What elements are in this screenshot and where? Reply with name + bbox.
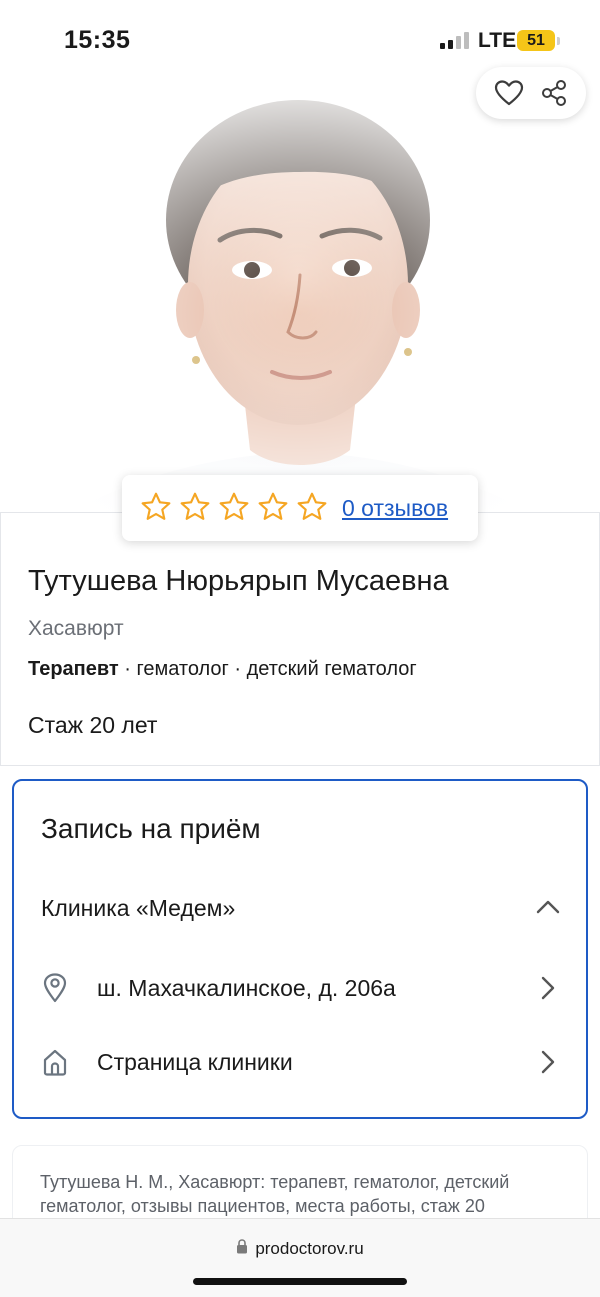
network-label: LTE — [478, 29, 517, 52]
star-outline-icon — [218, 491, 250, 526]
appointment-title: Запись на приём — [41, 813, 261, 844]
battery-icon: 51 — [517, 30, 555, 51]
chevron-right-icon — [541, 1050, 555, 1079]
clinic-address: ш. Махачкалинское, д. 206а — [97, 974, 396, 1001]
doctor-experience: Стаж 20 лет — [28, 712, 158, 738]
rating-pill: 0 отзывов — [122, 475, 478, 541]
chevron-up-icon — [535, 899, 561, 920]
clinic-name: Клиника «Медем» — [41, 895, 236, 921]
rating-stars — [140, 491, 328, 526]
clinic-page-link[interactable]: Страница клиники — [41, 1044, 561, 1080]
url-text: prodoctorov.ru — [255, 1239, 364, 1258]
share-icon[interactable] — [540, 79, 568, 107]
clinic-address-link[interactable]: ш. Махачкалинское, д. 206а — [41, 970, 561, 1006]
browser-bottom-bar: prodoctorov.ru — [0, 1218, 600, 1297]
doctor-specialties: Терапевт · гематолог · детский гематолог — [28, 658, 417, 681]
appointment-card: Запись на приём Клиника «Медем» ш. Махач… — [12, 779, 588, 1119]
clinic-accordion-header[interactable]: Клиника «Медем» — [41, 895, 561, 925]
doctor-name: Тутушева Нюрьярып Мусаевна — [28, 565, 449, 597]
doctor-photo — [0, 60, 600, 520]
main-specialty: Терапевт — [28, 658, 119, 680]
seo-description: Тутушева Н. М., Хасавюрт: терапевт, гема… — [40, 1172, 510, 1216]
signal-icon — [440, 32, 469, 49]
doctor-photo-image — [0, 60, 600, 520]
home-indicator — [193, 1278, 407, 1285]
battery-tip — [557, 37, 560, 45]
star-outline-icon — [179, 491, 211, 526]
clinic-page-label: Страница клиники — [97, 1048, 293, 1075]
star-outline-icon — [140, 491, 172, 526]
address-bar[interactable]: prodoctorov.ru — [0, 1239, 600, 1259]
star-outline-icon — [257, 491, 289, 526]
house-icon — [41, 1048, 69, 1076]
chevron-right-icon — [541, 976, 555, 1005]
star-outline-icon — [296, 491, 328, 526]
reviews-link[interactable]: 0 отзывов — [342, 495, 448, 522]
location-pin-icon — [41, 973, 69, 1003]
status-time: 15:35 — [64, 26, 131, 54]
lock-icon — [236, 1239, 248, 1259]
favorite-share-pill — [476, 67, 586, 119]
other-specialties: · гематолог · детский гематолог — [118, 658, 417, 680]
doctor-city: Хасавюрт — [28, 617, 124, 640]
heart-icon[interactable] — [494, 79, 524, 107]
doctor-info-card: Тутушева Нюрьярып Мусаевна Хасавюрт Тера… — [0, 512, 600, 766]
